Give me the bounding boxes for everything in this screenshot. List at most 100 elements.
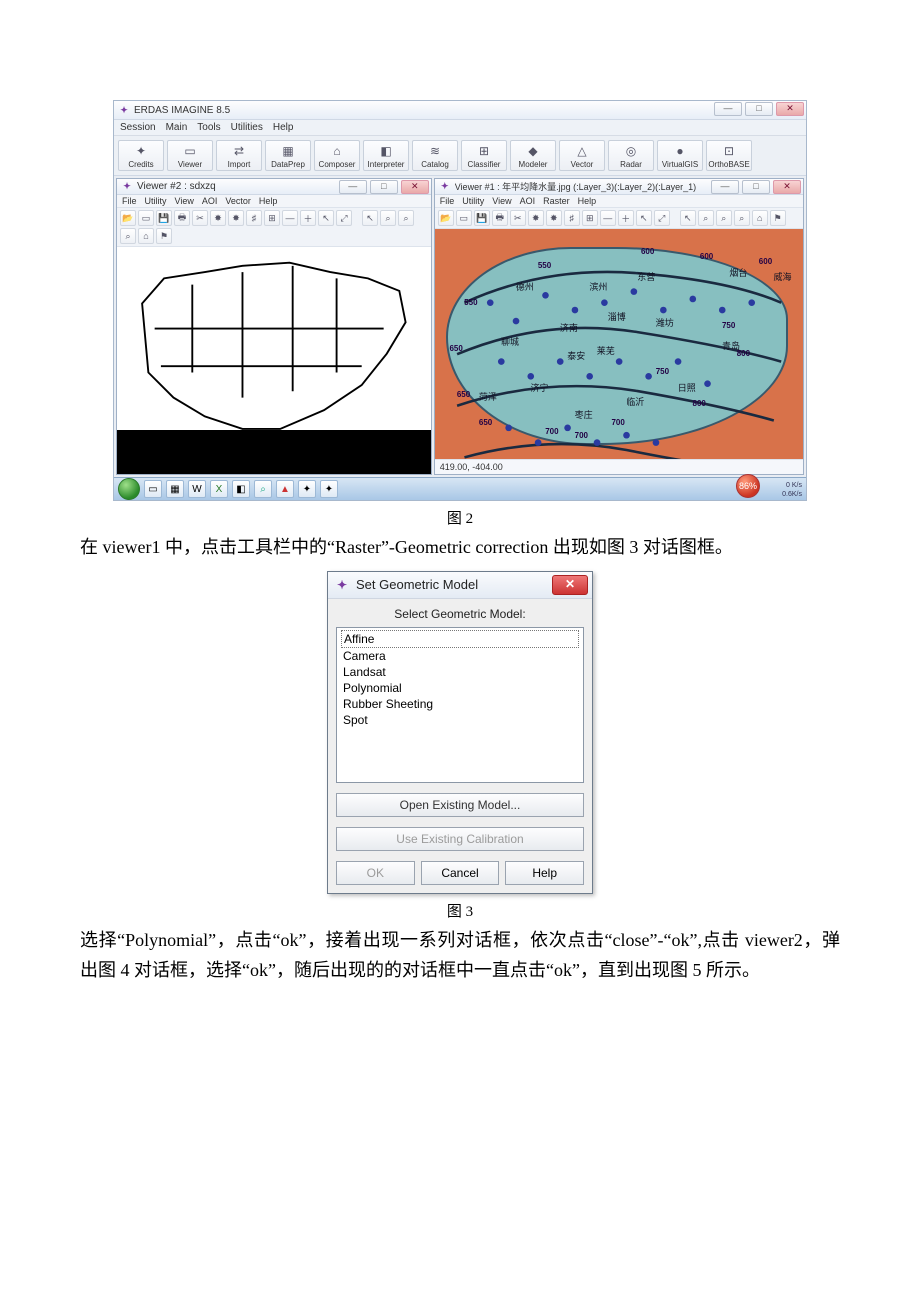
menu-help[interactable]: Help (273, 122, 294, 133)
menu-tools[interactable]: Tools (197, 122, 220, 133)
tool-icon[interactable]: ＋ (300, 210, 316, 226)
v2-menu-aoi[interactable]: AOI (202, 196, 218, 206)
viewer1-canvas[interactable]: 德州滨州东营烟台威海聊城济南淄博潍坊青岛泰安莱芜菏泽济宁枣庄临沂日照 55055… (435, 229, 803, 459)
tool-icon[interactable]: ⤢ (336, 210, 352, 226)
v2-menu-help[interactable]: Help (259, 196, 278, 206)
tool-icon[interactable]: ⌕ (716, 210, 732, 226)
tool-icon[interactable]: ▭ (456, 210, 472, 226)
tool-icon[interactable]: ↖ (636, 210, 652, 226)
v2-menu-utility[interactable]: Utility (145, 196, 167, 206)
task-icon[interactable]: X (210, 480, 228, 498)
viewer1-min[interactable]: — (711, 180, 739, 194)
tool-icon[interactable]: ⌂ (752, 210, 768, 226)
tool-icon[interactable]: ⚑ (156, 228, 172, 244)
tool-icon[interactable]: ＋ (618, 210, 634, 226)
tool-icon[interactable]: ♯ (246, 210, 262, 226)
viewer2-max[interactable]: □ (370, 180, 398, 194)
tool-icon[interactable]: ⌕ (120, 228, 136, 244)
tool-icon[interactable]: ⊞ (582, 210, 598, 226)
v1-menu-aoi[interactable]: AOI (520, 196, 536, 206)
toolbar-interpreter[interactable]: ◧Interpreter (363, 140, 409, 171)
task-icon[interactable]: ▦ (166, 480, 184, 498)
list-item[interactable]: Landsat (341, 664, 579, 680)
menu-session[interactable]: Session (120, 122, 156, 133)
dialog-close-button[interactable]: ✕ (552, 575, 588, 595)
v1-menu-help[interactable]: Help (578, 196, 597, 206)
tool-icon[interactable]: ⌕ (380, 210, 396, 226)
toolbar-dataprep[interactable]: ▦DataPrep (265, 140, 311, 171)
task-icon[interactable]: ✦ (320, 480, 338, 498)
tool-icon[interactable]: ⌂ (138, 228, 154, 244)
tool-icon[interactable]: ✸ (210, 210, 226, 226)
task-icon[interactable]: ▲ (276, 480, 294, 498)
task-icon[interactable]: ▭ (144, 480, 162, 498)
toolbar-catalog[interactable]: ≋Catalog (412, 140, 458, 171)
tool-icon[interactable]: 💾 (156, 210, 172, 226)
tool-icon[interactable]: 📂 (120, 210, 136, 226)
tool-icon[interactable]: ✸ (228, 210, 244, 226)
task-icon[interactable]: ⌕ (254, 480, 272, 498)
v1-menu-raster[interactable]: Raster (543, 196, 570, 206)
tool-icon[interactable]: — (282, 210, 298, 226)
tool-icon[interactable]: ▭ (138, 210, 154, 226)
close-button[interactable]: ✕ (776, 102, 804, 116)
toolbar-vector[interactable]: △Vector (559, 140, 605, 171)
v2-menu-file[interactable]: File (122, 196, 137, 206)
tool-icon[interactable]: ✸ (546, 210, 562, 226)
list-item[interactable]: Polynomial (341, 680, 579, 696)
toolbar-orthobase[interactable]: ⊡OrthoBASE (706, 140, 752, 171)
start-button[interactable] (118, 478, 140, 500)
maximize-button[interactable]: □ (745, 102, 773, 116)
tool-icon[interactable]: ↖ (318, 210, 334, 226)
list-item[interactable]: Rubber Sheeting (341, 696, 579, 712)
toolbar-import[interactable]: ⇄Import (216, 140, 262, 171)
viewer1-max[interactable]: □ (742, 180, 770, 194)
list-item[interactable]: Spot (341, 712, 579, 728)
tool-icon[interactable]: ⌕ (698, 210, 714, 226)
viewer2-close[interactable]: ✕ (401, 180, 429, 194)
tool-icon[interactable]: ✂ (510, 210, 526, 226)
v1-menu-view[interactable]: View (492, 196, 511, 206)
v1-menu-utility[interactable]: Utility (462, 196, 484, 206)
tool-icon[interactable]: ⌕ (734, 210, 750, 226)
list-item[interactable]: Affine (341, 630, 579, 648)
task-icon[interactable]: ◧ (232, 480, 250, 498)
tool-icon[interactable]: — (600, 210, 616, 226)
toolbar-classifier[interactable]: ⊞Classifier (461, 140, 507, 171)
task-icon[interactable]: W (188, 480, 206, 498)
v1-menu-file[interactable]: File (440, 196, 455, 206)
tool-icon[interactable]: ⊞ (264, 210, 280, 226)
menu-utilities[interactable]: Utilities (231, 122, 263, 133)
cancel-button[interactable]: Cancel (421, 861, 500, 885)
tool-icon[interactable]: 🖶 (492, 210, 508, 226)
model-listbox[interactable]: AffineCameraLandsatPolynomialRubber Shee… (336, 627, 584, 783)
task-icon[interactable]: ✦ (298, 480, 316, 498)
tool-icon[interactable]: ✸ (528, 210, 544, 226)
toolbar-viewer[interactable]: ▭Viewer (167, 140, 213, 171)
viewer2-min[interactable]: — (339, 180, 367, 194)
tool-icon[interactable]: 🖶 (174, 210, 190, 226)
v2-menu-vector[interactable]: Vector (225, 196, 251, 206)
tool-icon[interactable]: ✂ (192, 210, 208, 226)
viewer2-canvas[interactable] (117, 247, 431, 474)
tool-icon[interactable]: 📂 (438, 210, 454, 226)
minimize-button[interactable]: — (714, 102, 742, 116)
tool-icon[interactable]: ↖ (362, 210, 378, 226)
v2-menu-view[interactable]: View (175, 196, 194, 206)
tool-icon[interactable]: ↖ (680, 210, 696, 226)
menu-main[interactable]: Main (166, 122, 188, 133)
toolbar-virtualgis[interactable]: ●VirtualGIS (657, 140, 703, 171)
open-existing-button[interactable]: Open Existing Model... (336, 793, 584, 817)
toolbar-composer[interactable]: ⌂Composer (314, 140, 360, 171)
tool-icon[interactable]: ⤢ (654, 210, 670, 226)
toolbar-credits[interactable]: ✦Credits (118, 140, 164, 171)
tool-icon[interactable]: ⚑ (770, 210, 786, 226)
network-meter[interactable]: 86% (736, 474, 760, 498)
toolbar-modeler[interactable]: ◆Modeler (510, 140, 556, 171)
tool-icon[interactable]: ⌕ (398, 210, 414, 226)
tool-icon[interactable]: ♯ (564, 210, 580, 226)
tool-icon[interactable]: 💾 (474, 210, 490, 226)
help-button[interactable]: Help (505, 861, 584, 885)
toolbar-radar[interactable]: ◎Radar (608, 140, 654, 171)
viewer1-close[interactable]: ✕ (773, 180, 801, 194)
